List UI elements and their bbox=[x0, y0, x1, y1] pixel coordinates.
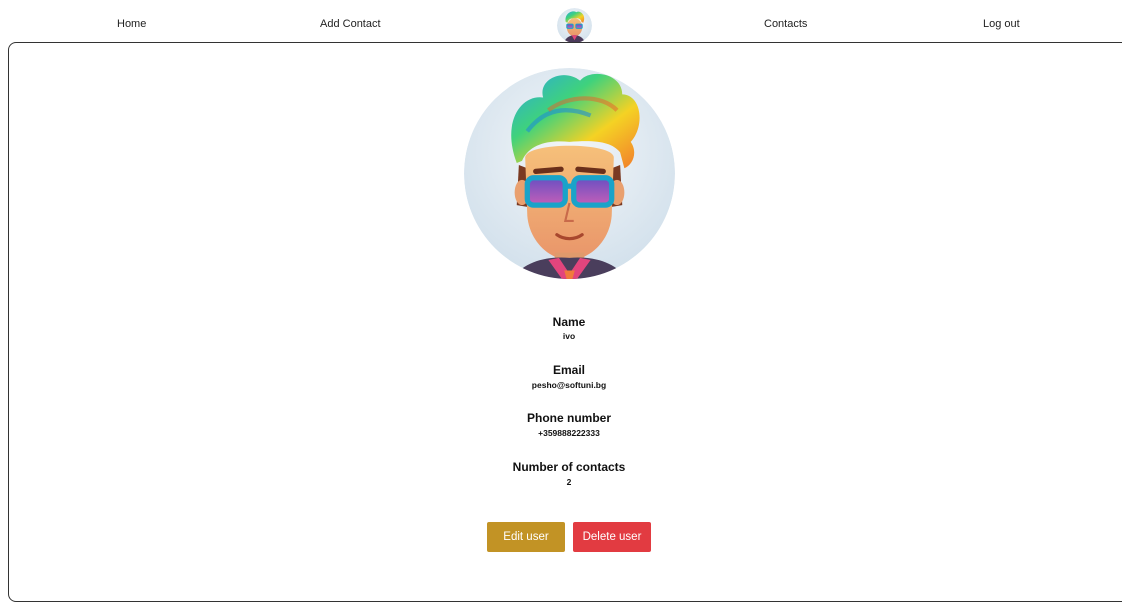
nav-logout-link[interactable]: Log out bbox=[983, 18, 1020, 30]
delete-user-button[interactable]: Delete user bbox=[573, 522, 651, 552]
edit-user-button[interactable]: Edit user bbox=[487, 522, 565, 552]
user-avatar-icon[interactable] bbox=[557, 8, 592, 43]
phone-label: Phone number bbox=[526, 411, 611, 425]
email-value: pesho@softuni.bg bbox=[531, 380, 607, 390]
top-navigation: Home Add Contact Contacts Log out bbox=[0, 0, 1122, 44]
contacts-count-label: Number of contacts bbox=[512, 460, 626, 474]
email-label: Email bbox=[552, 363, 585, 377]
name-label: Name bbox=[552, 315, 586, 329]
nav-home-link[interactable]: Home bbox=[117, 18, 146, 30]
name-value: ivo bbox=[562, 331, 576, 341]
contacts-count-value: 2 bbox=[566, 477, 572, 487]
profile-avatar-icon bbox=[464, 68, 675, 279]
phone-value: +359888222333 bbox=[538, 428, 600, 438]
nav-contacts-link[interactable]: Contacts bbox=[764, 18, 807, 30]
nav-add-contact-link[interactable]: Add Contact bbox=[320, 18, 381, 30]
